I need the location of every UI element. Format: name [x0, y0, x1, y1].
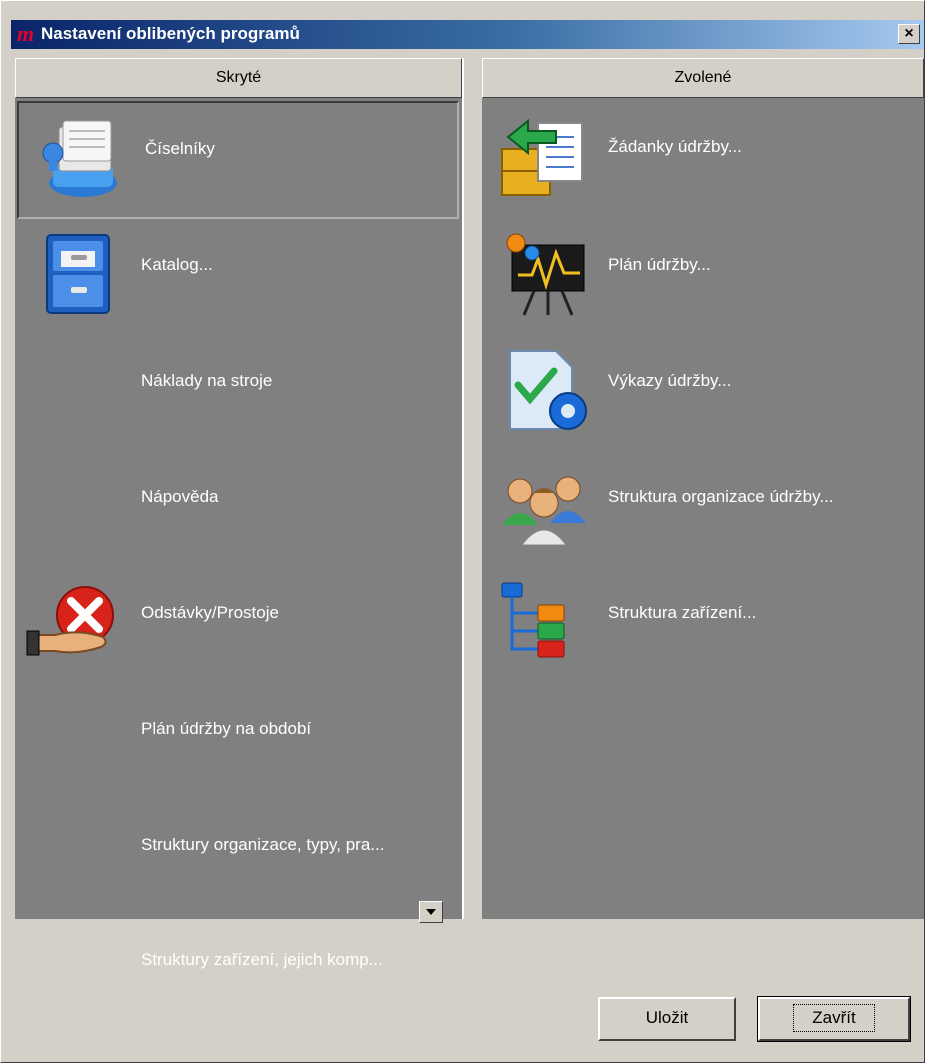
request-box-icon: [498, 111, 588, 201]
list-item-label: Struktury organizace, typy, pra...: [141, 835, 385, 854]
list-item-plan-udrzby[interactable]: Plán údržby...: [482, 219, 924, 337]
close-window-button[interactable]: ×: [898, 24, 920, 44]
people-group-icon: [498, 461, 588, 551]
list-item-odstavky-prostoje[interactable]: Odstávky/Prostoje: [15, 567, 462, 685]
title-bar[interactable]: m Nastavení oblibených programů ×: [11, 20, 924, 49]
scroll-down-button[interactable]: [419, 901, 443, 923]
list-item-label: Odstávky/Prostoje: [141, 603, 279, 622]
list-item-struktury-organizace[interactable]: Struktury organizace, typy, pra...: [15, 799, 462, 917]
list-item-label: Plán údržby na období: [141, 719, 312, 738]
list-item-zadanky-udrzby[interactable]: Žádanky údržby...: [482, 101, 924, 219]
list-item-label: Náklady na stroje: [141, 371, 273, 390]
selected-panel-header[interactable]: Zvolené: [482, 58, 924, 98]
list-item-ciselniky[interactable]: Číselníky: [17, 101, 459, 219]
list-item-plan-udrzby-na-obdobi[interactable]: Plán údržby na období: [15, 683, 462, 801]
close-button-label: Zavřít: [793, 1004, 875, 1032]
filing-cabinet-icon: [33, 229, 123, 319]
list-item-katalog[interactable]: Katalog...: [15, 219, 462, 337]
tree-structure-icon: [498, 577, 588, 667]
save-button[interactable]: Uložit: [598, 997, 736, 1041]
favorite-programs-dialog: m Nastavení oblibených programů × Skryté: [0, 0, 925, 1063]
list-item-label: Struktura organizace údržby...: [608, 487, 834, 506]
list-item-label: Struktura zařízení...: [608, 603, 757, 622]
list-item-vykazy-udrzby[interactable]: Výkazy údržby...: [482, 335, 924, 453]
list-item-struktury-zarizeni[interactable]: Struktury zařízení, jejich komp...: [15, 915, 462, 969]
list-item-napoveda[interactable]: Nápověda: [15, 451, 462, 569]
list-item-struktura-organizace-udrzby[interactable]: Struktura organizace údržby...: [482, 451, 924, 569]
hidden-panel-header[interactable]: Skryté: [15, 58, 462, 98]
list-item-naklady-na-stroje[interactable]: Náklady na stroje: [15, 335, 462, 453]
list-item-label: Žádanky údržby...: [608, 137, 742, 156]
list-item-label: Výkazy údržby...: [608, 371, 732, 390]
report-document-icon: [502, 345, 592, 435]
close-button[interactable]: Zavřít: [757, 996, 911, 1042]
list-item-label: Číselníky: [145, 139, 215, 158]
list-item-label: Struktury zařízení, jejich komp...: [141, 950, 383, 969]
card-file-icon: [37, 113, 127, 203]
list-item-label: Katalog...: [141, 255, 213, 274]
list-item-label: Nápověda: [141, 487, 219, 506]
list-item-struktura-zarizeni[interactable]: Struktura zařízení...: [482, 567, 924, 685]
selected-programs-panel: Zvolené Žádanky údržby... Plán údržby...…: [482, 58, 924, 919]
window-title: Nastavení oblibených programů: [41, 24, 300, 43]
list-item-label: Plán údržby...: [608, 255, 711, 274]
presentation-chart-icon: [498, 229, 588, 319]
hidden-programs-panel: Skryté Číselníky Katalog... Náklady na s…: [15, 58, 464, 969]
stop-hand-icon: [25, 577, 115, 667]
app-logo: m: [17, 21, 35, 46]
